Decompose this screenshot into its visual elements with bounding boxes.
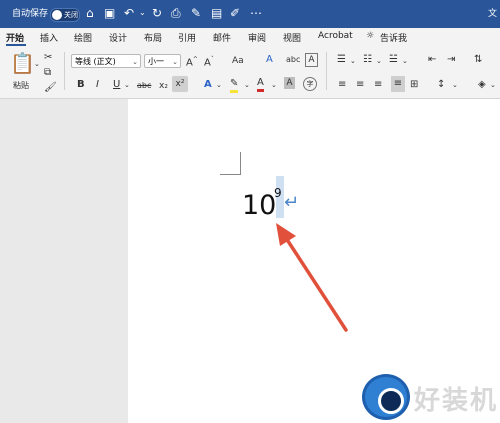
- increase-indent-icon[interactable]: ⇥: [447, 54, 455, 66]
- document-text-base[interactable]: 10: [242, 190, 276, 221]
- tab-mailings[interactable]: 邮件: [213, 31, 231, 44]
- separator: [64, 52, 65, 90]
- tab-references[interactable]: 引用: [178, 31, 196, 44]
- copy-icon[interactable]: ⧉: [44, 67, 51, 79]
- margin-corner-mark: [220, 152, 241, 175]
- tab-acrobat[interactable]: Acrobat: [318, 31, 353, 41]
- pen-icon[interactable]: ✐: [230, 6, 240, 20]
- watermark-eye-icon: [378, 388, 404, 414]
- text-effects-button[interactable]: A: [204, 79, 212, 91]
- multilevel-list-icon[interactable]: ☱: [389, 54, 398, 66]
- ribbon-tabs: 开始 插入 绘图 设计 布局 引用 邮件 审阅 视图 Acrobat ☼ 告诉我: [0, 28, 500, 46]
- grow-font-icon[interactable]: A^: [186, 54, 198, 69]
- home-icon[interactable]: ⌂: [86, 6, 94, 20]
- align-left-icon[interactable]: ≡: [338, 79, 346, 91]
- shrink-font-icon[interactable]: Aˇ: [204, 54, 214, 69]
- align-right-icon[interactable]: ≡: [374, 79, 382, 91]
- superscript-button[interactable]: x²: [172, 76, 188, 92]
- autosave-label: 自动保存: [12, 9, 49, 19]
- sort-icon[interactable]: ⇅: [474, 54, 482, 66]
- strikethrough-button[interactable]: abc: [137, 80, 151, 92]
- numbering-icon[interactable]: ☷: [363, 54, 372, 66]
- save-icon[interactable]: ▣: [104, 6, 115, 20]
- tab-draw[interactable]: 绘图: [74, 31, 92, 44]
- line-spacing-dropdown-icon[interactable]: ⌄: [452, 79, 458, 91]
- paste-dropdown-icon[interactable]: ⌄: [34, 58, 40, 70]
- bullets-dropdown-icon[interactable]: ⌄: [350, 55, 356, 67]
- font-color-dropdown-icon[interactable]: ⌄: [271, 79, 277, 91]
- edit-icon[interactable]: ✎: [191, 6, 201, 20]
- paragraph-mark: ↵: [284, 192, 300, 213]
- tab-design[interactable]: 设计: [109, 31, 127, 44]
- format-painter-icon[interactable]: 🖌: [44, 82, 57, 94]
- shading-dropdown-icon[interactable]: ⌄: [490, 79, 496, 91]
- tab-view[interactable]: 视图: [283, 31, 301, 44]
- title-bar: 自动保存 关闭 ⌂ ▣ ↶ ⌄ ↻ ⎙ ✎ ▤ ✐ ⋯ 文: [0, 0, 500, 28]
- autosave-state: 关闭: [64, 11, 78, 19]
- decrease-indent-icon[interactable]: ⇤: [428, 54, 436, 66]
- bold-button[interactable]: B: [77, 79, 85, 91]
- print-icon[interactable]: ⎙: [171, 6, 181, 20]
- tab-layout[interactable]: 布局: [144, 31, 162, 44]
- tab-insert[interactable]: 插入: [40, 31, 58, 44]
- image-icon[interactable]: ▤: [211, 6, 222, 20]
- tab-home[interactable]: 开始: [6, 31, 24, 44]
- clear-formatting-icon[interactable]: A: [266, 54, 273, 66]
- font-color-button[interactable]: A: [257, 77, 264, 92]
- subscript-button[interactable]: x₂: [159, 80, 168, 92]
- paste-label: 粘贴: [13, 81, 29, 90]
- lightbulb-icon: ☼: [366, 31, 375, 41]
- chevron-down-icon: ⌄: [172, 58, 178, 66]
- more-icon[interactable]: ⋯: [250, 6, 262, 20]
- change-case-button[interactable]: Aa: [232, 55, 244, 67]
- window-title-fragment: 文: [488, 9, 498, 19]
- redo-icon[interactable]: ↻: [152, 6, 162, 20]
- italic-button[interactable]: I: [96, 79, 99, 91]
- highlight-dropdown-icon[interactable]: ⌄: [244, 79, 250, 91]
- paste-icon[interactable]: 📋: [10, 52, 35, 74]
- toggle-knob: [52, 10, 62, 20]
- separator: [326, 52, 327, 90]
- justify-icon[interactable]: ≡: [391, 76, 405, 92]
- enclose-char-button[interactable]: 字: [303, 77, 317, 91]
- shading-icon[interactable]: ◈: [478, 79, 486, 91]
- line-spacing-icon[interactable]: ↕: [437, 79, 445, 91]
- watermark-text: 好装机: [414, 386, 499, 416]
- document-text-superscript[interactable]: 9: [274, 186, 282, 200]
- char-shading-button[interactable]: A: [284, 77, 295, 89]
- ribbon-home: 📋 ⌄ 粘贴 ✂ ⧉ 🖌 等线 (正文) ⌄ 小一 ⌄ A^ Aˇ Aa A a…: [0, 46, 500, 99]
- char-border-icon[interactable]: A: [305, 53, 318, 67]
- align-center-icon[interactable]: ≡: [356, 79, 364, 91]
- watermark: 好装机: [362, 370, 500, 423]
- phonetic-guide-icon[interactable]: abc: [286, 54, 300, 66]
- numbering-dropdown-icon[interactable]: ⌄: [376, 55, 382, 67]
- autosave-toggle[interactable]: 关闭: [50, 8, 80, 22]
- font-name-select[interactable]: 等线 (正文) ⌄: [71, 54, 141, 68]
- highlight-icon[interactable]: ✎: [230, 78, 239, 93]
- distributed-icon[interactable]: ⊞: [410, 79, 418, 91]
- text-effects-dropdown-icon[interactable]: ⌄: [216, 79, 222, 91]
- font-size-select[interactable]: 小一 ⌄: [144, 54, 181, 68]
- multilevel-dropdown-icon[interactable]: ⌄: [402, 55, 408, 67]
- bullets-icon[interactable]: ☰: [337, 54, 346, 66]
- underline-dropdown-icon[interactable]: ⌄: [124, 79, 130, 91]
- cut-icon[interactable]: ✂: [44, 52, 52, 64]
- tell-me-search[interactable]: 告诉我: [380, 31, 407, 44]
- chevron-down-icon: ⌄: [132, 58, 138, 66]
- undo-icon[interactable]: ↶: [124, 6, 134, 20]
- font-name-value: 等线 (正文): [75, 57, 116, 66]
- watermark-logo: [362, 374, 410, 420]
- font-size-value: 小一: [148, 57, 164, 66]
- underline-button[interactable]: U: [113, 79, 120, 91]
- undo-dropdown-icon[interactable]: ⌄: [139, 6, 146, 20]
- tab-review[interactable]: 审阅: [248, 31, 266, 44]
